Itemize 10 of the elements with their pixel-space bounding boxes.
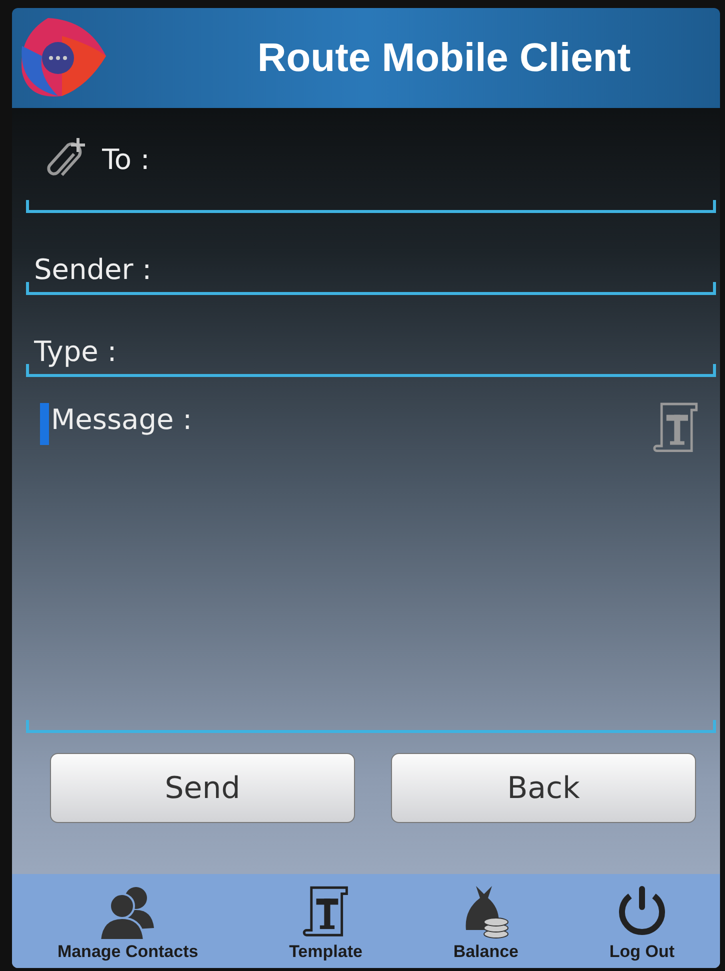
action-button[interactable]: Send xyxy=(50,753,355,823)
recipient-field[interactable]: To : xyxy=(94,142,716,176)
action-button[interactable]: Back xyxy=(391,753,696,823)
toolbar-item[interactable]: Log Out xyxy=(607,884,677,962)
text-field[interactable]: Type : xyxy=(26,335,716,374)
toolbar-item[interactable]: Balance xyxy=(451,884,521,962)
app-title: Route Mobile Client xyxy=(256,36,632,80)
toolbar-item[interactable]: Manage Contacts xyxy=(55,884,200,962)
text-field[interactable]: Sender : xyxy=(26,253,716,292)
toolbar-item[interactable]: Template xyxy=(287,884,364,962)
